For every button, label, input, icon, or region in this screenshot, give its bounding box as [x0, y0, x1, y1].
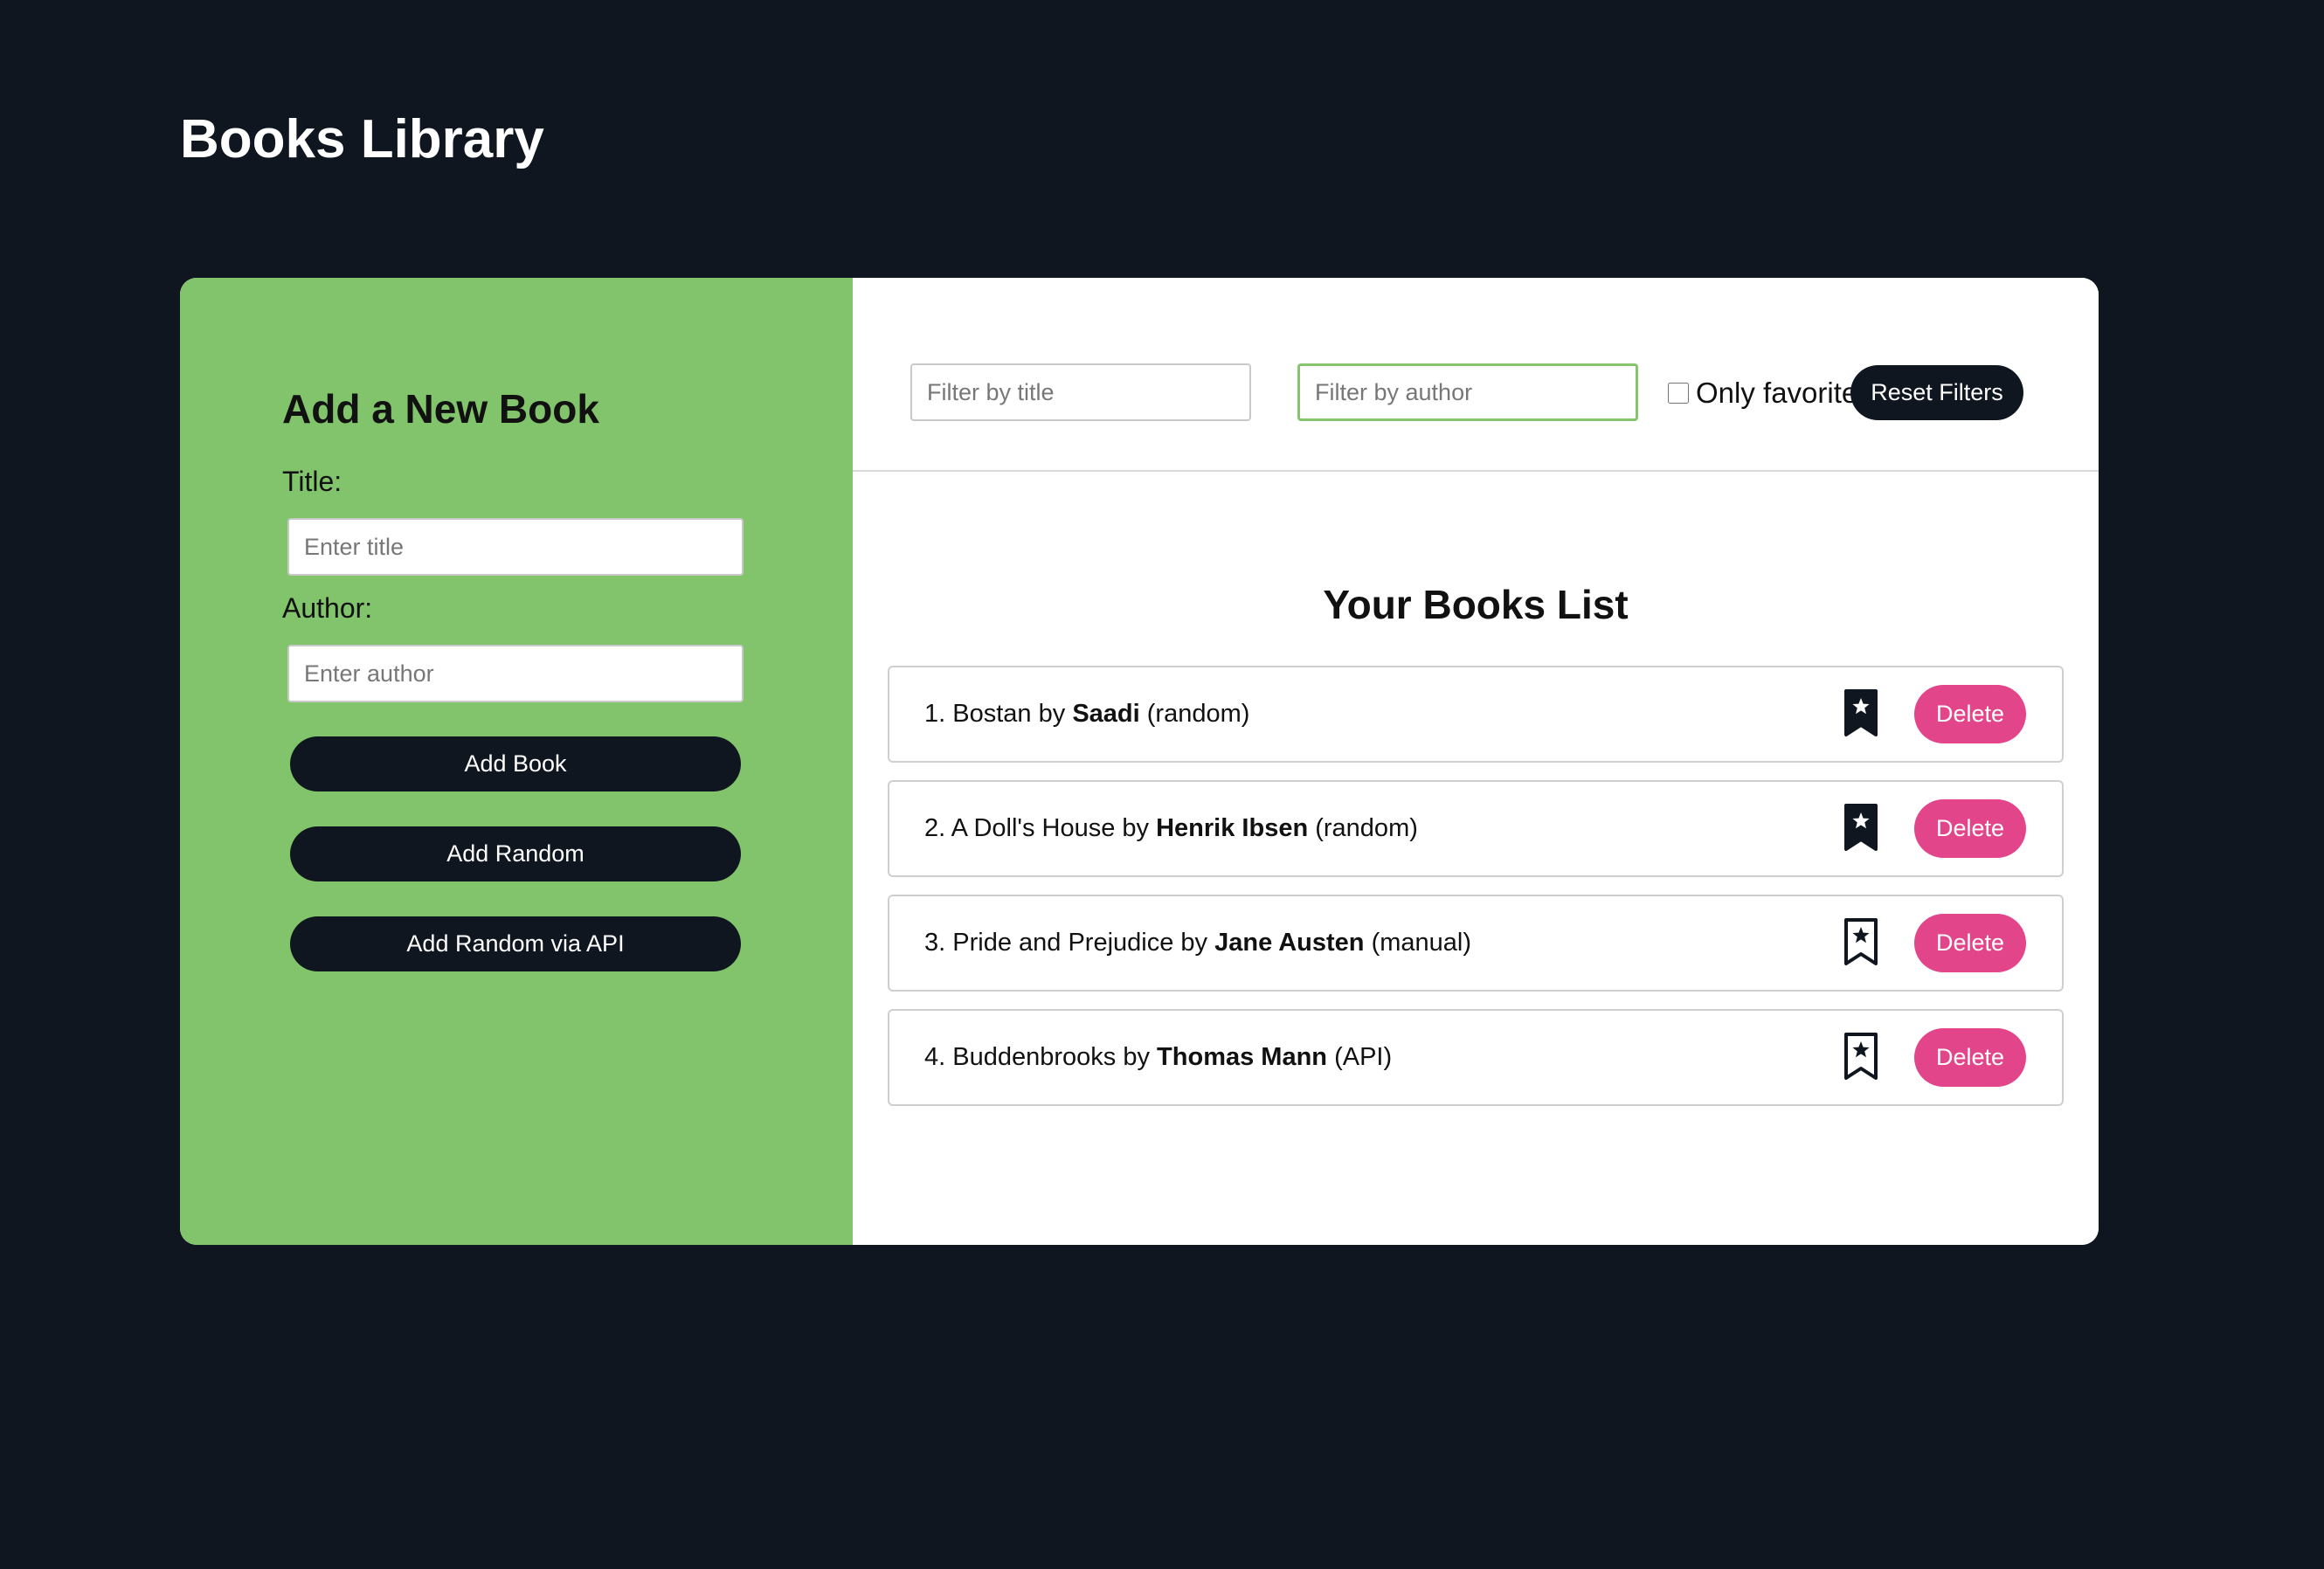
book-by: by	[1123, 1043, 1150, 1071]
book-by: by	[1180, 929, 1208, 957]
book-row: 2. A Doll's House by Henrik Ibsen (rando…	[888, 780, 2064, 877]
book-source: (random)	[1315, 814, 1418, 842]
filter-bar: Only favorite Reset Filters	[853, 278, 2099, 472]
bookmark-star-filled-icon[interactable]	[1842, 688, 1880, 737]
book-title: Pride and Prejudice	[952, 929, 1174, 957]
add-book-form: Add a New Book Title: Author: Add Book A…	[180, 278, 853, 1245]
author-label: Author:	[282, 592, 373, 624]
add-random-button[interactable]: Add Random	[290, 826, 741, 881]
delete-button[interactable]: Delete	[1914, 914, 2026, 972]
book-title: A Doll's House	[951, 814, 1116, 842]
books-list-heading: Your Books List	[1323, 582, 1629, 627]
filter-title-input[interactable]	[910, 363, 1251, 421]
book-title: Bostan	[952, 700, 1032, 728]
delete-button[interactable]: Delete	[1914, 685, 2026, 743]
delete-button[interactable]: Delete	[1914, 799, 2026, 858]
reset-filters-button[interactable]: Reset Filters	[1850, 365, 2023, 420]
only-favorite-toggle[interactable]: Only favorite	[1668, 376, 1857, 411]
add-book-button[interactable]: Add Book	[290, 736, 741, 791]
book-author: Henrik Ibsen	[1156, 814, 1309, 842]
add-random-api-button[interactable]: Add Random via API	[290, 916, 741, 971]
book-number: 1.	[924, 700, 946, 728]
filter-author-input[interactable]	[1297, 363, 1638, 421]
book-author: Thomas Mann	[1157, 1043, 1328, 1071]
author-input[interactable]	[287, 645, 744, 702]
book-number: 3.	[924, 929, 946, 957]
books-section: Only favorite Reset Filters Your Books L…	[853, 278, 2099, 1245]
book-row: 3. Pride and Prejudice by Jane Austen (m…	[888, 895, 2064, 992]
title-label: Title:	[282, 466, 342, 497]
book-source: (manual)	[1371, 929, 1471, 957]
book-number: 2.	[924, 814, 946, 842]
book-row: 4. Buddenbrooks by Thomas Mann (API) Del…	[888, 1009, 2064, 1106]
books-list: 1. Bostan by Saadi (random) Delete 2. A …	[888, 666, 2064, 1123]
book-author: Saadi	[1072, 700, 1140, 728]
book-by: by	[1122, 814, 1150, 842]
library-panel: Add a New Book Title: Author: Add Book A…	[180, 278, 2099, 1245]
add-book-heading: Add a New Book	[282, 386, 599, 432]
delete-button[interactable]: Delete	[1914, 1028, 2026, 1087]
app-title: Books Library	[180, 109, 544, 169]
book-number: 4.	[924, 1043, 946, 1071]
bookmark-star-filled-icon[interactable]	[1842, 803, 1880, 852]
bookmark-star-outline-icon[interactable]	[1842, 1032, 1880, 1081]
book-text: 3. Pride and Prejudice by Jane Austen (m…	[924, 896, 1471, 990]
book-text: 4. Buddenbrooks by Thomas Mann (API)	[924, 1011, 1392, 1104]
book-source: (random)	[1146, 700, 1250, 728]
book-text: 2. A Doll's House by Henrik Ibsen (rando…	[924, 782, 1418, 875]
book-source: (API)	[1334, 1043, 1393, 1071]
book-row: 1. Bostan by Saadi (random) Delete	[888, 666, 2064, 763]
book-text: 1. Bostan by Saadi (random)	[924, 667, 1249, 761]
book-by: by	[1038, 700, 1066, 728]
book-author: Jane Austen	[1214, 929, 1365, 957]
only-favorite-label: Only favorite	[1696, 377, 1858, 409]
title-input[interactable]	[287, 518, 744, 576]
only-favorite-checkbox[interactable]	[1668, 383, 1689, 404]
book-title: Buddenbrooks	[952, 1043, 1117, 1071]
bookmark-star-outline-icon[interactable]	[1842, 917, 1880, 966]
